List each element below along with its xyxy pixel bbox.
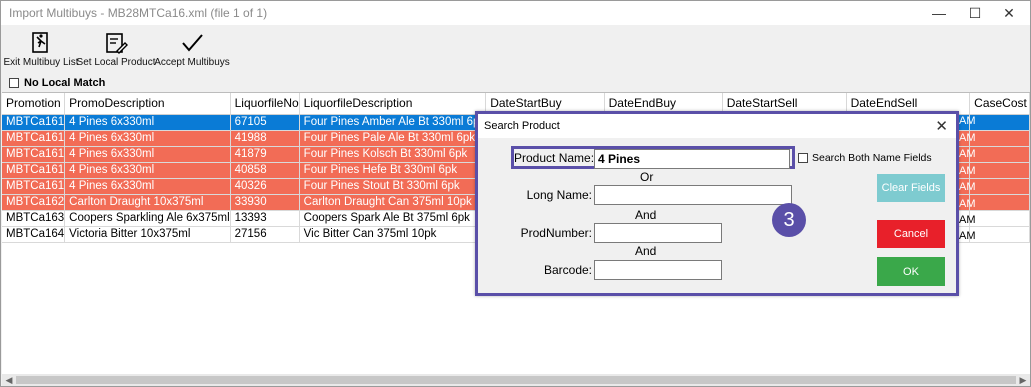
grid-cell[interactable] [969, 226, 1030, 243]
grid-cell[interactable]: 4 Pines 6x330ml [64, 130, 231, 147]
edit-list-icon [106, 33, 128, 54]
grid-cell[interactable] [969, 194, 1030, 211]
ok-button[interactable]: OK [877, 257, 945, 286]
prodnumber-label: ProdNumber: [520, 226, 592, 240]
product-name-input[interactable]: 4 Pines [594, 149, 790, 169]
long-name-label: Long Name: [526, 188, 592, 202]
grid-cell[interactable]: Four Pines Stout Bt 330ml 6pk [299, 178, 487, 195]
date-end-sell-suffix: AM [959, 214, 976, 226]
cancel-button[interactable]: Cancel [877, 220, 945, 248]
grid-cell[interactable]: 40326 [230, 178, 300, 195]
exit-door-icon [32, 32, 48, 53]
grid-cell[interactable]: Coopers Spark Ale Bt 375ml 6pk [299, 210, 487, 227]
grid-cell[interactable]: Carlton Draught 10x375ml [64, 194, 231, 211]
grid-cell[interactable]: Coopers Sparkling Ale 6x375ml [64, 210, 231, 227]
prodnumber-input[interactable] [594, 223, 722, 243]
column-header[interactable]: Promotion [2, 93, 66, 115]
date-end-sell-suffix: AM [959, 165, 976, 177]
search-both-checkbox[interactable] [798, 153, 808, 163]
grid-cell[interactable]: 33930 [230, 194, 300, 211]
grid-cell[interactable]: 4 Pines 6x330ml [64, 114, 231, 131]
grid-cell[interactable]: Four Pines Pale Ale Bt 330ml 6pk [299, 130, 487, 147]
search-product-dialog: Search Product ✕ Product Name: 4 Pines S… [475, 111, 959, 296]
grid-cell[interactable] [969, 114, 1030, 131]
grid-cell[interactable]: Victoria Bitter 10x375ml [64, 226, 231, 243]
dialog-close-button[interactable]: ✕ [935, 117, 948, 135]
close-button[interactable]: ✕ [989, 1, 1029, 25]
barcode-input[interactable] [594, 260, 722, 280]
grid-cell[interactable]: Four Pines Amber Ale Bt 330ml 6pk [299, 114, 487, 131]
window-title: Import Multibuys - MB28MTCa16.xml (file … [9, 6, 268, 20]
accept-multibuys-label: Accept Multibuys [154, 57, 230, 68]
grid-cell[interactable] [969, 162, 1030, 179]
search-both-label: Search Both Name Fields [812, 152, 932, 164]
grid-cell[interactable]: Four Pines Hefe Bt 330ml 6pk [299, 162, 487, 179]
barcode-label: Barcode: [543, 263, 592, 277]
grid-cell[interactable]: MBTCa161 [2, 162, 66, 179]
grid-cell[interactable]: MBTCa161 [2, 130, 66, 147]
grid-cell[interactable]: 67105 [230, 114, 300, 131]
set-local-product-label: Set Local Product [76, 57, 156, 68]
or-connector: Or [640, 170, 654, 184]
dialog-title: Search Product [484, 120, 560, 132]
no-local-match-filter[interactable]: No Local Match [9, 77, 105, 89]
grid-cell[interactable]: 41879 [230, 146, 300, 163]
set-local-product-button[interactable]: Set Local Product [76, 27, 156, 71]
grid-cell[interactable]: 4 Pines 6x330ml [64, 162, 231, 179]
grid-cell[interactable]: MBTCa161 [2, 114, 66, 131]
scrollbar-thumb[interactable] [16, 376, 1016, 384]
grid-cell[interactable] [969, 146, 1030, 163]
grid-cell[interactable]: 13393 [230, 210, 300, 227]
search-both-name-fields-option[interactable]: Search Both Name Fields [798, 152, 932, 164]
grid-cell[interactable]: MBTCa162 [2, 194, 66, 211]
scroll-right-icon[interactable]: ▶ [1018, 374, 1028, 386]
grid-cell[interactable]: MBTCa163 [2, 210, 66, 227]
grid-cell[interactable]: MBTCa161 [2, 178, 66, 195]
no-local-match-checkbox[interactable] [9, 78, 19, 88]
column-header[interactable]: LiquorfileDescription [299, 93, 487, 115]
grid-cell[interactable]: 27156 [230, 226, 300, 243]
long-name-input[interactable] [594, 185, 792, 205]
grid-cell[interactable] [969, 130, 1030, 147]
exit-multibuy-list-label: Exit Multibuy List [3, 57, 79, 68]
checkmark-icon [182, 34, 203, 52]
and-connector: And [635, 244, 657, 258]
date-end-sell-suffix: AM [959, 148, 976, 160]
grid-cell[interactable]: Carlton Draught Can 375ml 10pk [299, 194, 487, 211]
date-end-sell-suffix: AM [959, 198, 976, 210]
date-end-sell-suffix: AM [959, 181, 976, 193]
grid-cell[interactable]: 4 Pines 6x330ml [64, 146, 231, 163]
grid-cell[interactable] [969, 178, 1030, 195]
minimize-button[interactable]: — [919, 1, 959, 25]
scroll-left-icon[interactable]: ◀ [4, 374, 14, 386]
toolbar: Exit Multibuy List Set Local Product Acc… [1, 27, 1030, 73]
grid-cell[interactable]: MBTCa164 [2, 226, 66, 243]
and-connector: And [635, 208, 657, 222]
grid-cell[interactable]: 4 Pines 6x330ml [64, 178, 231, 195]
grid-cell[interactable]: Vic Bitter Can 375ml 10pk [299, 226, 487, 243]
no-local-match-label: No Local Match [24, 77, 106, 89]
grid-cell[interactable]: Four Pines Kolsch Bt 330ml 6pk [299, 146, 487, 163]
grid-cell[interactable]: 41988 [230, 130, 300, 147]
date-end-sell-suffix: AM [959, 115, 976, 127]
step-badge: 3 [772, 203, 806, 237]
exit-multibuy-list-button[interactable]: Exit Multibuy List [3, 27, 79, 71]
import-multibuys-window: Import Multibuys - MB28MTCa16.xml (file … [0, 0, 1031, 387]
clear-fields-button[interactable]: Clear Fields [877, 174, 945, 202]
column-header[interactable]: PromoDescription [64, 93, 231, 115]
dialog-body: Product Name: 4 Pines Search Both Name F… [478, 138, 956, 293]
grid-cell[interactable]: MBTCa161 [2, 146, 66, 163]
horizontal-scrollbar[interactable]: ◀ ▶ [2, 374, 1030, 386]
column-header[interactable]: CaseCost [969, 93, 1030, 115]
date-end-sell-suffix: AM [959, 230, 976, 242]
grid-cell[interactable]: 40858 [230, 162, 300, 179]
dialog-title-bar: Search Product ✕ [478, 114, 956, 138]
product-name-label: Product Name: [514, 151, 595, 165]
title-bar: Import Multibuys - MB28MTCa16.xml (file … [1, 1, 1030, 25]
grid-cell[interactable] [969, 210, 1030, 227]
date-end-sell-suffix: AM [959, 132, 976, 144]
column-header[interactable]: LiquorfileNo [230, 93, 300, 115]
accept-multibuys-button[interactable]: Accept Multibuys [154, 27, 230, 71]
